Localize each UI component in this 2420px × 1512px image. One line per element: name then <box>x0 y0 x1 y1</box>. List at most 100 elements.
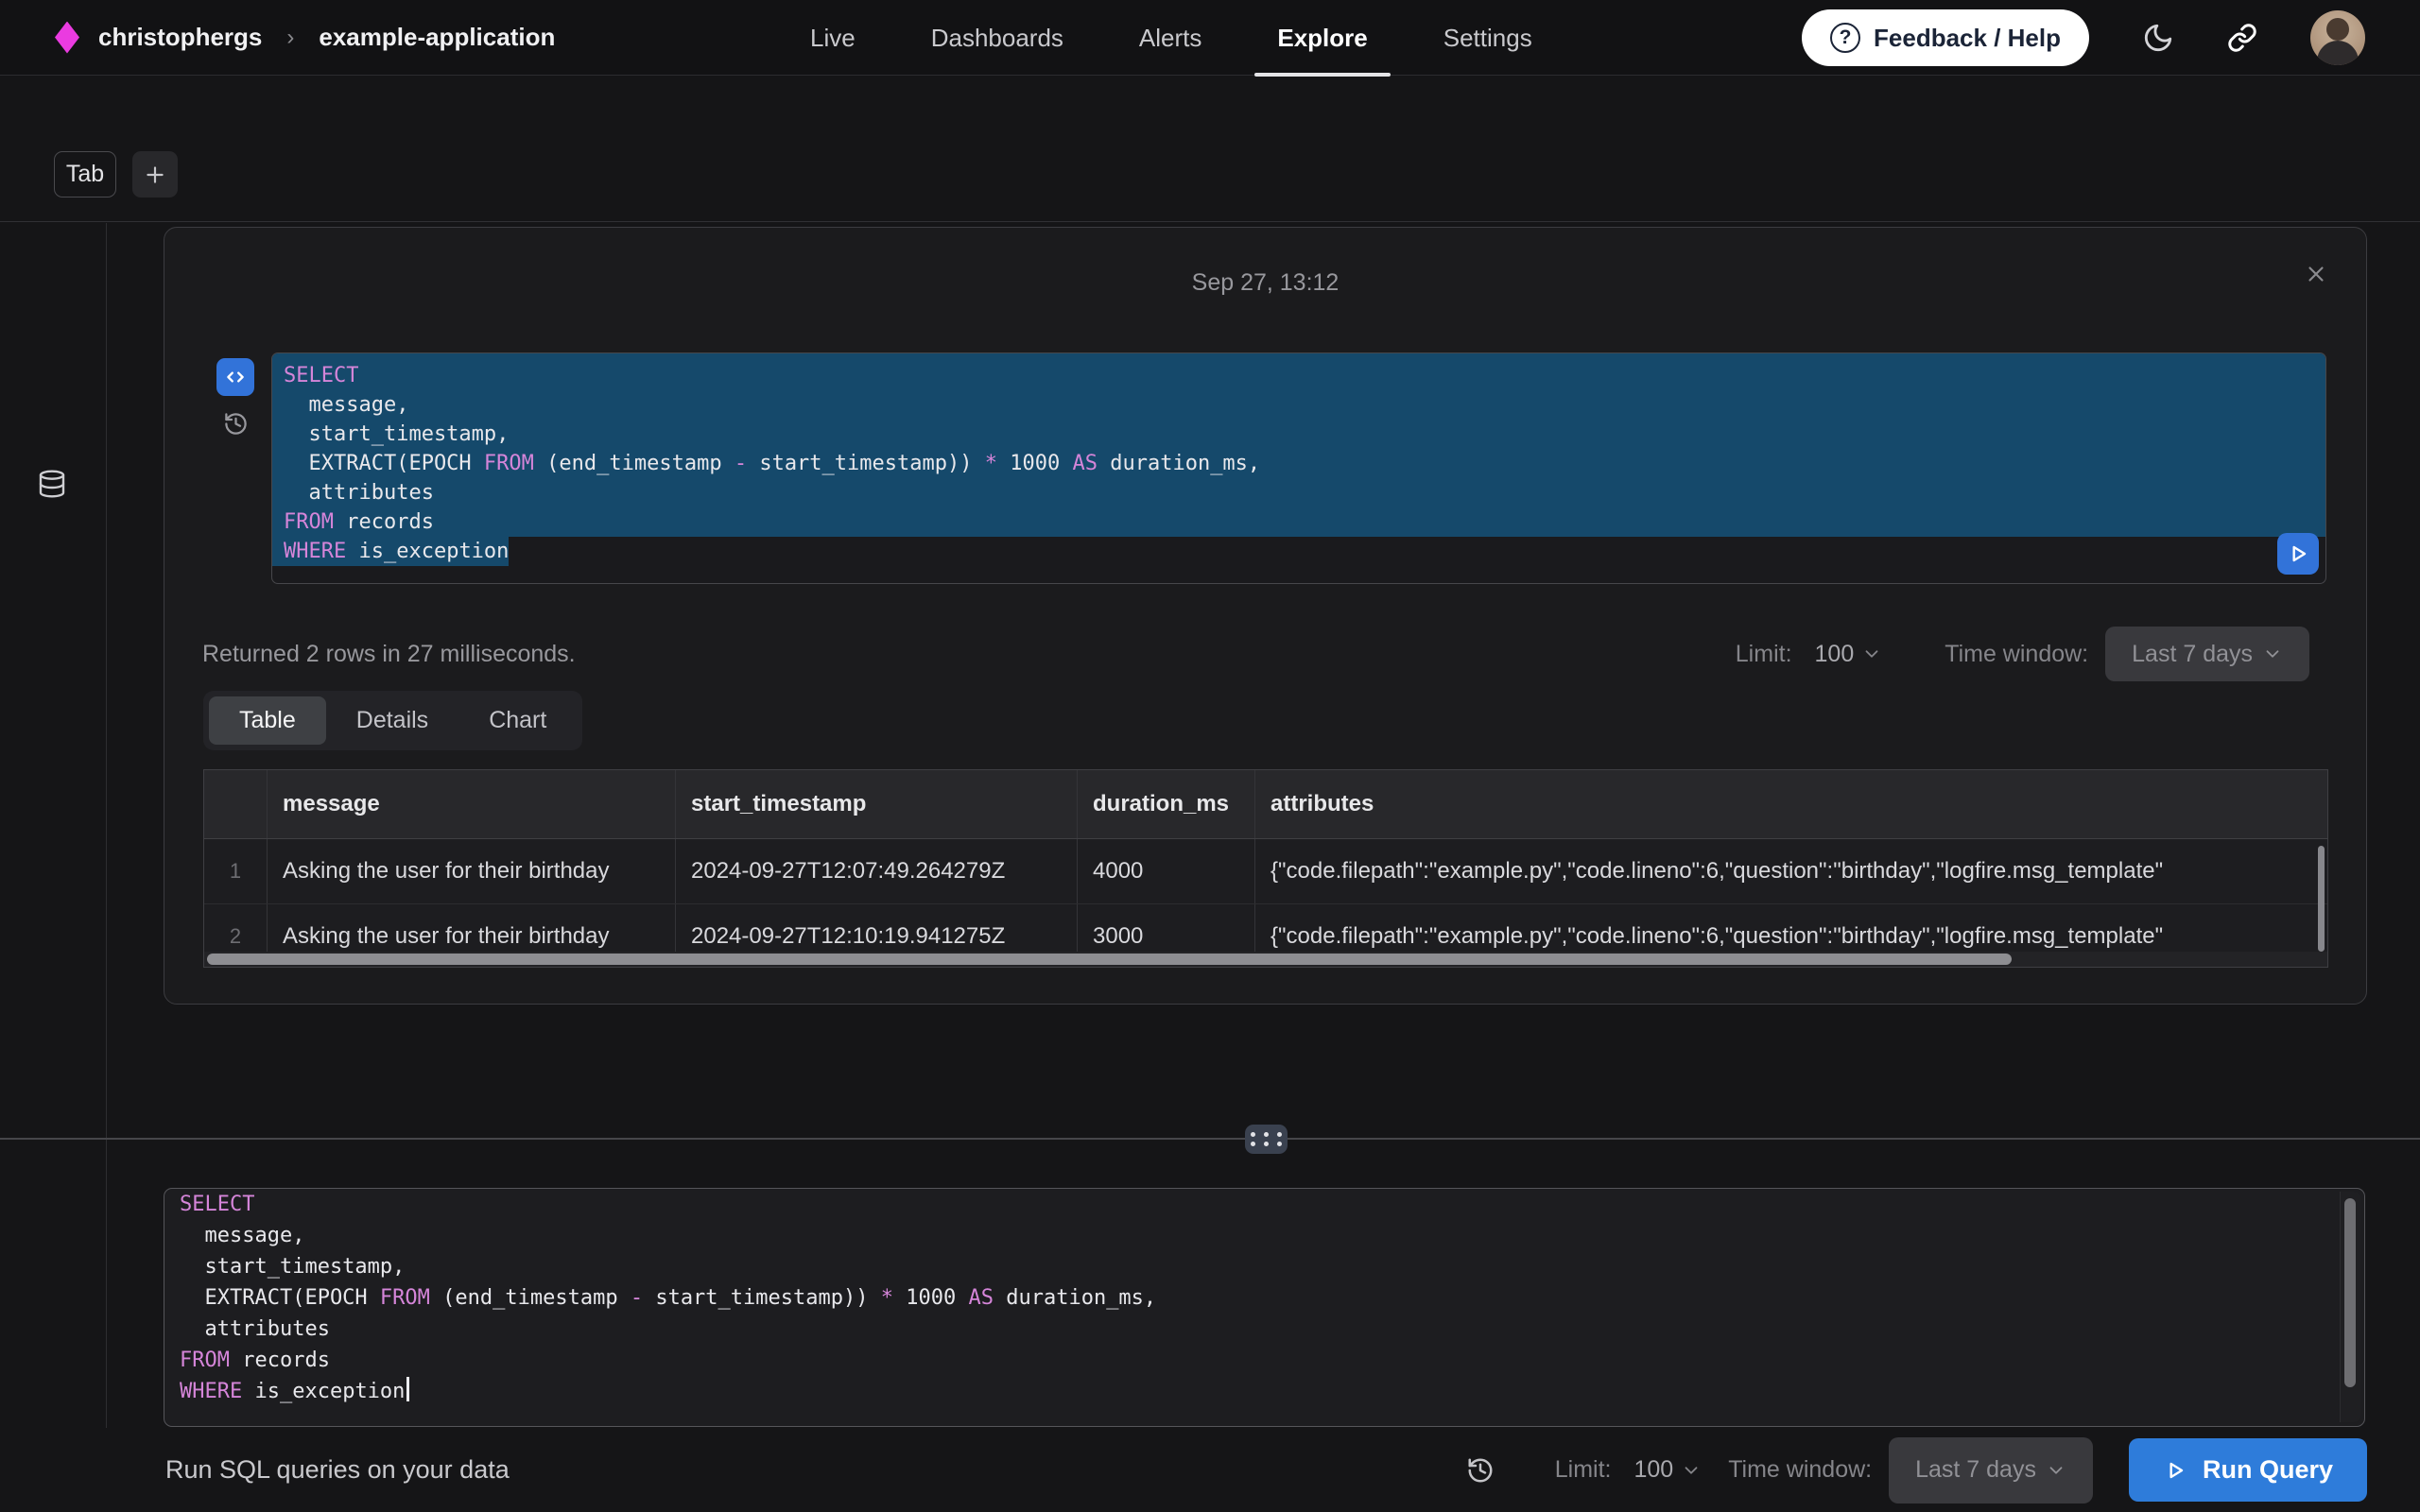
rerun-query-button[interactable] <box>2277 533 2319 575</box>
results-table-body: 1Asking the user for their birthday2024-… <box>204 839 2327 968</box>
history-icon <box>223 411 249 437</box>
table-cell: {"code.filepath":"example.py","code.line… <box>1255 839 2327 903</box>
column-header-message: message <box>268 770 676 838</box>
limit-label: Limit: <box>1736 641 1792 668</box>
query-timestamp: Sep 27, 13:12 <box>164 269 2366 297</box>
user-avatar[interactable] <box>2310 10 2365 65</box>
theme-toggle-button[interactable] <box>2142 22 2174 54</box>
code-line: attributes <box>164 1314 2364 1345</box>
time-window-value: Last 7 days <box>1915 1456 2036 1484</box>
limit-dropdown[interactable]: 100 <box>1634 1456 1702 1484</box>
table-horizontal-scrollbar[interactable] <box>204 952 2327 967</box>
table-row[interactable]: 1Asking the user for their birthday2024-… <box>204 839 2327 904</box>
code-brackets-icon <box>223 365 248 389</box>
code-line: SELECT <box>272 353 2325 390</box>
code-line: FROM records <box>164 1345 2364 1376</box>
query-history-button[interactable] <box>1466 1456 1495 1485</box>
code-line: start_timestamp, <box>164 1251 2364 1282</box>
result-summary: Returned 2 rows in 27 milliseconds. <box>202 641 576 668</box>
code-gutter <box>216 358 254 437</box>
time-window-dropdown[interactable]: Last 7 days <box>2105 627 2309 681</box>
nav-right-group: ? Feedback / Help <box>1802 0 2365 76</box>
code-line: message, <box>272 390 2325 420</box>
database-icon <box>37 469 67 499</box>
pane-resize-grip[interactable] <box>1245 1125 1288 1154</box>
breadcrumb-org[interactable]: christophergs <box>98 23 262 52</box>
result-summary-row: Returned 2 rows in 27 milliseconds. Limi… <box>164 625 2368 683</box>
result-controls: Limit: 100 Time window: Last 7 days <box>1736 627 2309 681</box>
column-header-start_timestamp: start_timestamp <box>676 770 1078 838</box>
limit-value: 100 <box>1815 641 1855 668</box>
plus-icon <box>143 163 167 187</box>
add-tab-button[interactable] <box>132 151 178 198</box>
top-navbar: christophergs › example-application Live… <box>0 0 2420 76</box>
close-card-button[interactable] <box>2304 260 2328 292</box>
time-window-label: Time window: <box>1728 1456 1872 1484</box>
table-vertical-scrollbar[interactable] <box>2318 846 2325 952</box>
nav-item-alerts[interactable]: Alerts <box>1116 0 1224 76</box>
breadcrumb[interactable]: christophergs › example-application <box>0 22 555 54</box>
tab-strip: Tab <box>0 77 2420 222</box>
schema-browser-button[interactable] <box>37 469 67 502</box>
nav-item-dashboards[interactable]: Dashboards <box>908 0 1086 76</box>
logfire-logo-icon <box>55 22 79 54</box>
feedback-help-button[interactable]: ? Feedback / Help <box>1802 9 2089 66</box>
code-line: FROM records <box>272 507 2325 537</box>
run-query-button[interactable]: Run Query <box>2129 1438 2367 1502</box>
primary-nav: Live Dashboards Alerts Explore Settings <box>787 0 1585 76</box>
scrollbar-thumb[interactable] <box>207 954 2012 965</box>
editor-footer-bar: Run SQL queries on your data Limit: 100 … <box>0 1428 2420 1512</box>
table-cell: 2024-09-27T12:07:49.264279Z <box>676 839 1078 903</box>
editor-hint: Run SQL queries on your data <box>165 1455 510 1485</box>
breadcrumb-separator-icon: › <box>286 25 294 51</box>
code-line: message, <box>164 1220 2364 1251</box>
code-line: EXTRACT(EPOCH FROM (end_timestamp - star… <box>164 1282 2364 1314</box>
query-history-button[interactable] <box>223 411 249 437</box>
chevron-down-icon <box>1681 1460 1702 1481</box>
moon-icon <box>2142 22 2174 54</box>
help-question-icon: ? <box>1830 23 1860 53</box>
result-view-tabs: Table Details Chart <box>203 691 582 750</box>
chevron-down-icon <box>2046 1460 2066 1481</box>
copy-link-button[interactable] <box>2227 23 2257 53</box>
tab-chart[interactable]: Chart <box>458 696 577 745</box>
tab-button[interactable]: Tab <box>54 151 116 198</box>
chevron-down-icon <box>1861 644 1882 664</box>
link-icon <box>2227 23 2257 53</box>
code-line: start_timestamp, <box>272 420 2325 449</box>
query-result-card: Sep 27, 13:12 SELECT message, start_time… <box>164 227 2367 1005</box>
table-cell: 4000 <box>1078 839 1255 903</box>
close-icon <box>2304 262 2328 286</box>
code-line: WHERE is_exception <box>272 537 2325 566</box>
sql-editor[interactable]: SELECT message, start_timestamp, EXTRACT… <box>164 1188 2365 1427</box>
executed-sql-code[interactable]: SELECT message, start_timestamp, EXTRACT… <box>271 352 2326 584</box>
left-sidebar <box>0 223 107 1512</box>
code-line: EXTRACT(EPOCH FROM (end_timestamp - star… <box>272 449 2325 478</box>
text-caret <box>406 1377 409 1401</box>
tab-table[interactable]: Table <box>209 696 326 745</box>
nav-item-live[interactable]: Live <box>787 0 878 76</box>
limit-dropdown[interactable]: 100 <box>1815 641 1883 668</box>
pane-divider[interactable] <box>0 1138 2420 1140</box>
nav-item-explore[interactable]: Explore <box>1254 0 1390 76</box>
time-window-value: Last 7 days <box>2132 641 2253 668</box>
code-view-button[interactable] <box>216 358 254 396</box>
breadcrumb-project[interactable]: example-application <box>319 23 555 52</box>
time-window-dropdown[interactable]: Last 7 days <box>1889 1437 2093 1503</box>
row-number: 1 <box>204 839 268 903</box>
time-window-label: Time window: <box>1945 641 2088 668</box>
code-line: WHERE is_exception <box>164 1376 2364 1407</box>
history-icon <box>1466 1456 1495 1485</box>
table-corner-cell <box>204 770 268 838</box>
editor-scrollbar-thumb[interactable] <box>2344 1198 2356 1387</box>
tab-details[interactable]: Details <box>326 696 458 745</box>
code-line: attributes <box>272 478 2325 507</box>
code-line: SELECT <box>164 1189 2364 1220</box>
results-table-header: messagestart_timestampduration_msattribu… <box>204 770 2327 839</box>
column-header-attributes: attributes <box>1255 770 2327 838</box>
editor-controls: Limit: 100 Time window: Last 7 days Run … <box>1466 1437 2367 1503</box>
nav-item-settings[interactable]: Settings <box>1421 0 1555 76</box>
limit-value: 100 <box>1634 1456 1673 1484</box>
query-card-header: Sep 27, 13:12 <box>164 228 2366 315</box>
chevron-down-icon <box>2262 644 2283 664</box>
